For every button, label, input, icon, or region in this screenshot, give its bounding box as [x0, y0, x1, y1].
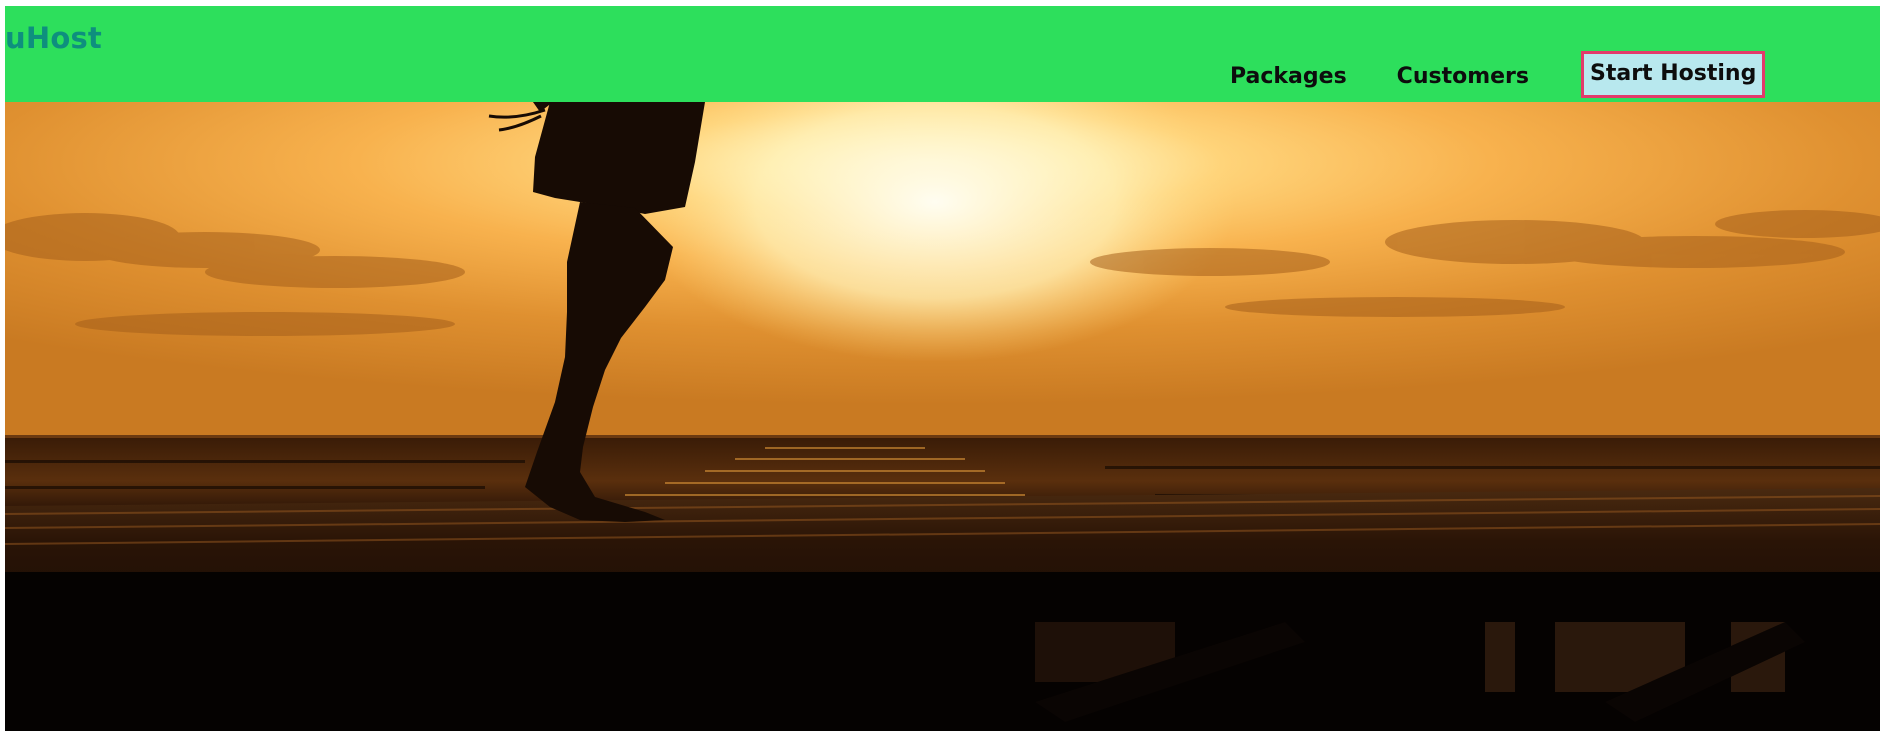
main-nav: Packages Customers Start Hosting — [1205, 51, 1766, 103]
page: uHost Packages Customers Start Hosting — [5, 6, 1880, 731]
hero-image — [5, 102, 1880, 731]
start-hosting-button[interactable]: Start Hosting — [1581, 51, 1766, 98]
main-header: uHost Packages Customers Start Hosting — [5, 6, 1880, 102]
sunset-beach-photo-icon — [5, 102, 1880, 731]
nav-customers-link[interactable]: Customers — [1397, 51, 1529, 92]
nav-packages-link[interactable]: Packages — [1230, 51, 1347, 92]
brand-logo[interactable]: uHost — [5, 21, 102, 55]
